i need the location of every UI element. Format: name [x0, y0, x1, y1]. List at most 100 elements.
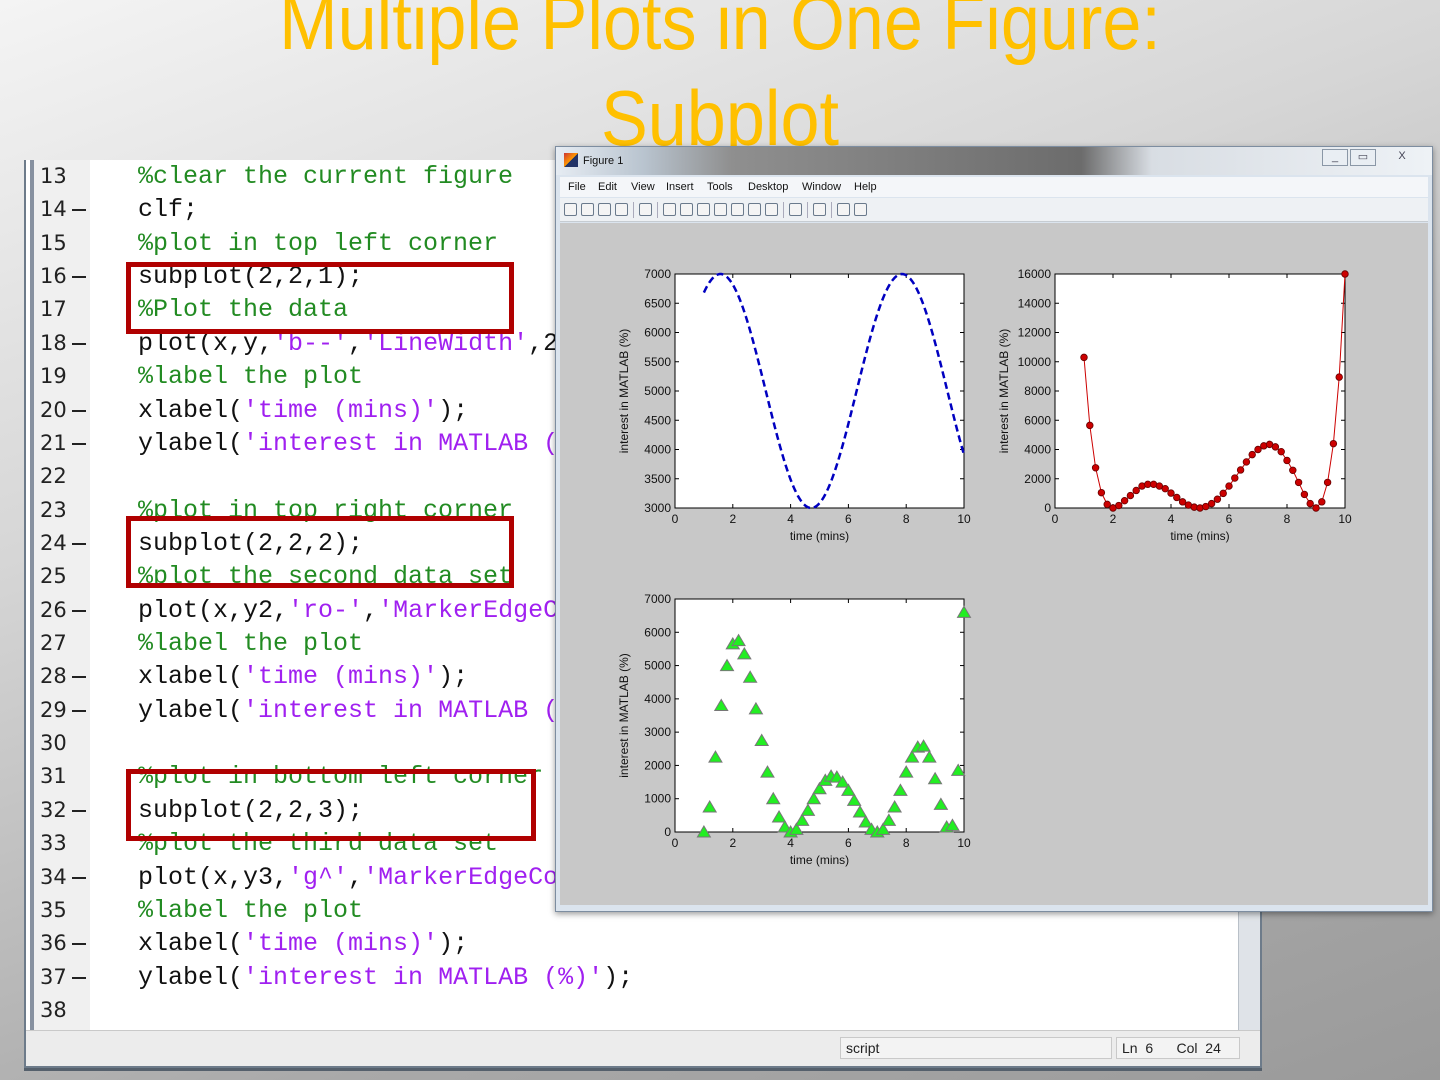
data-marker-circle [1207, 499, 1216, 508]
menu-insert[interactable]: Insert [666, 181, 694, 193]
save-icon[interactable] [598, 203, 611, 216]
x-tick-label: 6 [845, 836, 852, 850]
colorbar-icon[interactable] [789, 203, 802, 216]
maximize-button[interactable]: ▭ [1350, 149, 1376, 166]
line-number: 30 [40, 731, 67, 756]
new-file-icon[interactable] [564, 203, 577, 216]
code-token-string: 'ro-' [288, 595, 364, 625]
code-token-string: 'g^' [288, 862, 349, 892]
x-tick-label: 4 [1168, 512, 1175, 526]
breakpoint-dash-marker[interactable] [72, 342, 86, 345]
code-token-code: ); [603, 962, 634, 992]
code-text: xlabel('time (mins)'); [138, 927, 468, 960]
link-icon[interactable] [765, 203, 778, 216]
breakpoint-dash-marker[interactable] [72, 943, 86, 946]
axes-box [1054, 273, 1346, 509]
code-token-code: ylabel( [138, 428, 244, 458]
pointer-icon[interactable] [639, 203, 652, 216]
breakpoint-dash-marker[interactable] [72, 709, 86, 712]
breakpoint-dash-marker[interactable] [72, 876, 86, 879]
data-marker-circle [1312, 504, 1320, 512]
code-token-code: plot(x,y3, [138, 862, 289, 892]
minimize-button[interactable]: _ [1322, 149, 1348, 166]
breakpoint-dash-marker[interactable] [72, 609, 86, 612]
menu-desktop[interactable]: Desktop [748, 181, 788, 193]
menu-help[interactable]: Help [854, 181, 877, 193]
data-cursor-icon[interactable] [731, 203, 744, 216]
code-token-code: xlabel( [138, 395, 244, 425]
code-line[interactable]: 38 [26, 994, 1226, 1027]
highlight-box-subplot-2 [126, 516, 514, 588]
line-number: 36 [40, 931, 67, 956]
data-marker-circle [1086, 421, 1094, 430]
toolbar-separator [633, 202, 634, 218]
code-line[interactable]: 36 xlabel('time (mins)'); [26, 927, 1226, 960]
y-axis-label: interest in MATLAB (%) [617, 329, 631, 453]
line-number: 31 [40, 764, 67, 789]
breakpoint-dash-marker[interactable] [72, 676, 86, 679]
line-number: 35 [40, 897, 67, 922]
menu-tools[interactable]: Tools [707, 181, 733, 193]
print-icon[interactable] [615, 203, 628, 216]
y-axis-label: interest in MATLAB (%) [617, 653, 631, 777]
hide-plot-tools-icon[interactable] [837, 203, 850, 216]
code-token-string: 'MarkerEdgeCol [363, 862, 574, 892]
y-tick-label: 6000 [644, 326, 671, 340]
line-number: 19 [40, 364, 67, 389]
line-number: 14 [40, 197, 67, 222]
menu-window[interactable]: Window [802, 181, 841, 193]
figure-titlebar[interactable]: Figure 1 _ ▭ X [556, 147, 1432, 175]
figure-toolbar [560, 198, 1428, 222]
breakpoint-dash-marker[interactable] [72, 442, 86, 445]
menu-edit[interactable]: Edit [598, 181, 617, 193]
code-text: xlabel('time (mins)'); [138, 660, 468, 693]
data-marker-circle [1091, 464, 1100, 472]
show-plot-tools-icon[interactable] [854, 203, 867, 216]
pan-icon[interactable] [697, 203, 710, 216]
code-token-string: 'interest in MATLAB (% [243, 428, 574, 458]
data-marker-circle [1335, 373, 1343, 381]
breakpoint-dash-marker[interactable] [72, 542, 86, 545]
x-tick-label: 6 [845, 512, 852, 526]
y-tick-label: 3500 [644, 472, 671, 486]
breakpoint-dash-marker[interactable] [72, 209, 86, 212]
rotate-icon[interactable] [714, 203, 727, 216]
code-line[interactable]: 37 ylabel('interest in MATLAB (%)'); [26, 961, 1226, 994]
code-token-comment: %label the plot [138, 895, 364, 925]
highlight-box-subplot-3 [126, 769, 536, 841]
code-text: clf; [138, 193, 198, 226]
data-marker-circle [1167, 489, 1175, 497]
data-marker-circle [1120, 496, 1129, 505]
line-number: 18 [40, 330, 67, 355]
brush-icon[interactable] [748, 203, 761, 216]
x-axis-label: time (mins) [1170, 529, 1229, 543]
menu-view[interactable]: View [631, 181, 655, 193]
y-tick-label: 14000 [1018, 296, 1052, 310]
breakpoint-dash-marker[interactable] [72, 409, 86, 412]
col-label: Col [1176, 1040, 1198, 1056]
open-icon[interactable] [581, 203, 594, 216]
y-tick-label: 5000 [644, 659, 671, 673]
zoom-out-icon[interactable] [680, 203, 693, 216]
breakpoint-dash-marker[interactable] [72, 809, 86, 812]
code-text: %label the plot [138, 360, 363, 393]
x-tick-label: 10 [1338, 512, 1352, 526]
code-token-comment: %plot in top left corner [138, 228, 499, 258]
code-token-code: xlabel( [138, 929, 244, 959]
code-token-code: , [363, 595, 379, 625]
y-tick-label: 3000 [644, 501, 671, 515]
legend-icon[interactable] [813, 203, 826, 216]
line-number: 13 [40, 164, 67, 188]
line-number: 37 [40, 964, 67, 989]
toolbar-separator [783, 202, 784, 218]
axes-box [674, 598, 965, 833]
data-marker-circle [1277, 447, 1285, 456]
close-button[interactable]: X [1378, 149, 1426, 166]
breakpoint-dash-marker[interactable] [72, 976, 86, 979]
slide-title-line1: Multiple Plots in One Figure: [279, 0, 1161, 66]
breakpoint-dash-marker[interactable] [72, 276, 86, 279]
code-token-code: ); [438, 395, 469, 425]
x-tick-label: 4 [787, 512, 794, 526]
zoom-in-icon[interactable] [663, 203, 676, 216]
menu-file[interactable]: File [568, 181, 586, 193]
